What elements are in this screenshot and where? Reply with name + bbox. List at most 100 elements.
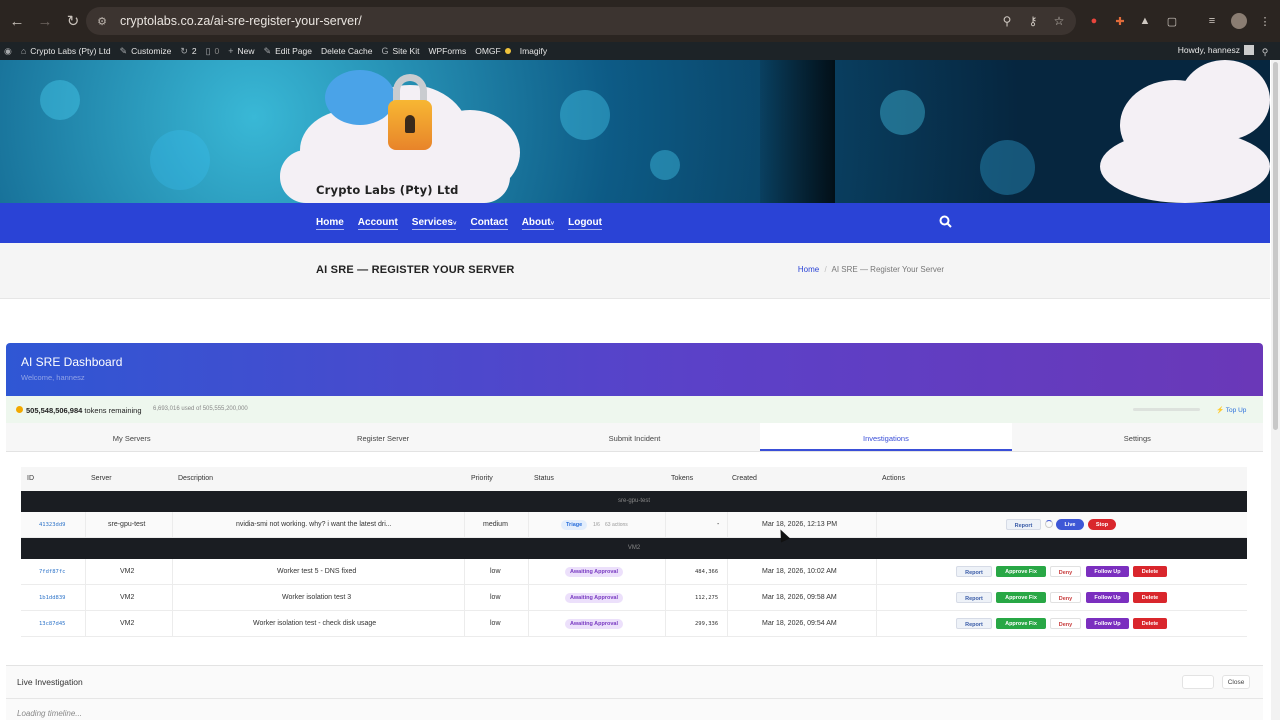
wp-search-icon[interactable]: ⚲ bbox=[1257, 44, 1273, 60]
row-description: Worker isolation test 3 bbox=[282, 594, 352, 601]
approve-fix-button[interactable]: Approve Fix bbox=[996, 618, 1046, 629]
breadcrumb-current: AI SRE — Register Your Server bbox=[831, 265, 945, 274]
wp-new[interactable]: + New bbox=[228, 46, 254, 56]
tab-my-servers[interactable]: My Servers bbox=[6, 423, 257, 451]
delete-button[interactable]: Delete bbox=[1133, 592, 1167, 603]
follow-up-button[interactable]: Follow Up bbox=[1086, 618, 1129, 629]
col-priority[interactable]: Priority bbox=[471, 475, 493, 482]
stop-button[interactable]: Stop bbox=[1088, 519, 1116, 530]
wp-delete-cache[interactable]: Delete Cache bbox=[321, 46, 373, 56]
zoom-icon[interactable]: ⚲ bbox=[998, 12, 1016, 30]
plus-icon: + bbox=[228, 46, 234, 56]
col-tokens[interactable]: Tokens bbox=[671, 475, 693, 482]
row-description: nvidia-smi not working. why? i want the … bbox=[236, 521, 392, 528]
live-investigation-panel: Live Investigation Close Loading timelin… bbox=[6, 665, 1263, 720]
investigation-id[interactable]: 1b1dd839 bbox=[39, 595, 66, 601]
comment-icon: ▯ bbox=[205, 45, 211, 56]
cell-divider bbox=[727, 559, 728, 585]
cell-divider bbox=[727, 585, 728, 611]
table-row[interactable]: 41323dd9 sre-gpu-test nvidia-smi not wor… bbox=[21, 512, 1247, 538]
wp-omgf[interactable]: OMGF bbox=[475, 46, 511, 56]
bookmark-star-icon[interactable]: ☆ bbox=[1050, 12, 1068, 30]
forward-icon[interactable]: → bbox=[32, 8, 58, 34]
wp-comments[interactable]: ▯ 0 bbox=[206, 46, 220, 57]
nav-logout[interactable]: Logout bbox=[568, 217, 602, 230]
follow-up-button[interactable]: Follow Up bbox=[1086, 566, 1129, 577]
live-button[interactable]: Live bbox=[1056, 519, 1084, 530]
password-key-icon[interactable]: ⚷ bbox=[1024, 12, 1042, 30]
investigation-id[interactable]: 7fdf87fc bbox=[39, 569, 66, 575]
report-button[interactable]: Report bbox=[956, 592, 992, 603]
cell-divider bbox=[528, 585, 529, 611]
wp-user-menu[interactable]: Howdy, hannesz bbox=[1178, 45, 1254, 55]
wp-site-name-label: Crypto Labs (Pty) Ltd bbox=[30, 46, 111, 56]
reload-icon[interactable]: ↻ bbox=[60, 8, 86, 34]
approve-fix-button[interactable]: Approve Fix bbox=[996, 566, 1046, 577]
address-bar[interactable]: ⚙ cryptolabs.co.za/ai-sre-register-your-… bbox=[86, 7, 1076, 35]
table-row[interactable]: 13c87d45 VM2 Worker isolation test - che… bbox=[21, 611, 1247, 637]
breadcrumb-home[interactable]: Home bbox=[798, 265, 819, 274]
col-created[interactable]: Created bbox=[732, 475, 757, 482]
col-server[interactable]: Server bbox=[91, 475, 112, 482]
report-button[interactable]: Report bbox=[1006, 519, 1041, 530]
keyhole bbox=[405, 115, 415, 133]
deny-button[interactable]: Deny bbox=[1050, 592, 1081, 603]
follow-up-button[interactable]: Follow Up bbox=[1086, 592, 1129, 603]
top-up-button[interactable]: ⚡ Top Up bbox=[1216, 406, 1246, 414]
breadcrumb-separator: / bbox=[824, 265, 827, 274]
nav-account[interactable]: Account bbox=[357, 217, 398, 230]
tab-investigations[interactable]: Investigations bbox=[760, 423, 1012, 451]
wp-site-name[interactable]: ⌂ Crypto Labs (Pty) Ltd bbox=[21, 46, 111, 56]
tab-submit-incident[interactable]: Submit Incident bbox=[509, 423, 760, 451]
col-status[interactable]: Status bbox=[534, 475, 554, 482]
browser-menu-icon[interactable]: ⋮ bbox=[1257, 13, 1273, 29]
cell-divider bbox=[464, 512, 465, 538]
row-tokens: 299,336 bbox=[695, 621, 719, 627]
reading-list-icon[interactable]: ≡ bbox=[1204, 13, 1220, 29]
url-text[interactable]: cryptolabs.co.za/ai-sre-register-your-se… bbox=[120, 14, 362, 28]
extension-orange-icon[interactable]: ✚ bbox=[1112, 13, 1128, 29]
extensions-puzzle-icon[interactable]: ▢ bbox=[1164, 13, 1180, 29]
profile-avatar-icon[interactable] bbox=[1231, 13, 1247, 29]
brand-name[interactable]: Crypto Labs (Pty) Ltd bbox=[316, 183, 459, 197]
page-scrollbar[interactable] bbox=[1271, 60, 1280, 720]
scrollbar-thumb[interactable] bbox=[1273, 62, 1278, 430]
site-settings-icon[interactable]: ⚙ bbox=[94, 13, 110, 29]
tab-register-server[interactable]: Register Server bbox=[257, 423, 508, 451]
back-icon[interactable]: ← bbox=[4, 8, 30, 34]
tab-settings[interactable]: Settings bbox=[1012, 423, 1263, 451]
table-row[interactable]: 1b1dd839 VM2 Worker isolation test 3 low… bbox=[21, 585, 1247, 611]
wp-logo-icon[interactable]: ◉ bbox=[4, 46, 12, 57]
page-title: AI SRE — REGISTER YOUR SERVER bbox=[316, 264, 515, 276]
extension-person-icon[interactable]: ▲ bbox=[1137, 13, 1153, 29]
close-button[interactable]: Close bbox=[1222, 675, 1250, 689]
col-description[interactable]: Description bbox=[178, 475, 213, 482]
panel-control-button[interactable] bbox=[1182, 675, 1214, 689]
wp-wpforms[interactable]: WPForms bbox=[428, 46, 466, 56]
wp-edit-page[interactable]: ✎ Edit Page bbox=[264, 46, 312, 57]
investigation-id[interactable]: 41323dd9 bbox=[39, 522, 66, 528]
search-icon[interactable] bbox=[939, 215, 953, 229]
nav-services[interactable]: Services˅ bbox=[411, 217, 457, 230]
wp-imagify[interactable]: Imagify bbox=[520, 46, 547, 56]
wp-updates[interactable]: ↻ 2 bbox=[180, 46, 196, 57]
nav-about[interactable]: About˅ bbox=[521, 217, 555, 230]
nav-contact[interactable]: Contact bbox=[470, 217, 508, 230]
main-menu: Home Account Services˅ Contact About˅ Lo… bbox=[316, 217, 602, 230]
col-id[interactable]: ID bbox=[27, 475, 34, 482]
cell-divider bbox=[85, 559, 86, 585]
wp-customize[interactable]: ✎ Customize bbox=[120, 46, 172, 57]
approve-fix-button[interactable]: Approve Fix bbox=[996, 592, 1046, 603]
nav-home[interactable]: Home bbox=[316, 217, 344, 230]
table-row[interactable]: 7fdf87fc VM2 Worker test 5 - DNS fixed l… bbox=[21, 559, 1247, 585]
investigation-id[interactable]: 13c87d45 bbox=[39, 621, 66, 627]
wp-site-kit[interactable]: G Site Kit bbox=[382, 46, 420, 56]
delete-button[interactable]: Delete bbox=[1133, 618, 1167, 629]
extension-red-icon[interactable]: ● bbox=[1086, 13, 1102, 29]
deny-button[interactable]: Deny bbox=[1050, 618, 1081, 629]
delete-button[interactable]: Delete bbox=[1133, 566, 1167, 577]
report-button[interactable]: Report bbox=[956, 618, 992, 629]
row-priority: medium bbox=[483, 521, 508, 528]
deny-button[interactable]: Deny bbox=[1050, 566, 1081, 577]
report-button[interactable]: Report bbox=[956, 566, 992, 577]
